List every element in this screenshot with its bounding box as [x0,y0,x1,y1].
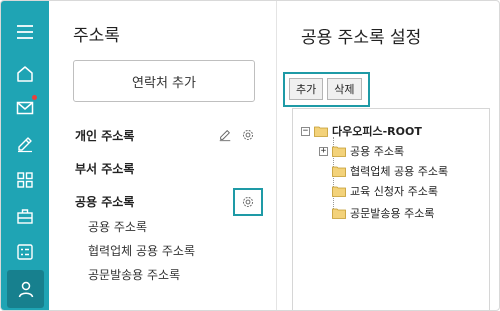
briefcase-icon[interactable] [1,197,49,235]
tree-root-label: 다우오피스-ROOT [332,125,422,138]
sidebar-title: 주소록 [73,26,120,46]
gear-icon[interactable] [240,127,256,143]
tree-node-label: 교육 신청자 주소록 [350,185,438,198]
tree-node[interactable]: 협력업체 공용 주소록 [332,163,448,179]
edit-icon[interactable] [1,125,49,163]
folder-icon [332,186,346,197]
delete-button[interactable]: 삭제 [327,78,362,100]
gear-icon [242,196,254,208]
home-icon[interactable] [1,55,49,93]
tree-node[interactable]: 교육 신청자 주소록 [332,183,438,199]
tree-node-label: 공용 주소록 [350,145,405,158]
public-address-book-label[interactable]: 공용 주소록 [75,193,134,210]
department-address-book-label[interactable]: 부서 주소록 [75,160,134,177]
expand-icon[interactable]: + [319,146,328,156]
tree-node-label: 공문발송용 주소록 [350,207,435,220]
notification-badge [32,95,37,100]
menu-icon[interactable] [1,13,49,51]
address-book-sidebar: 주소록 연락처 추가 개인 주소록 부서 주소록 공용 주소록 공용 주소록 협… [49,1,277,310]
address-book-tree: − 다우오피스-ROOT + 공용 주소록 협력업체 공용 주소록 교육 신청자… [292,108,490,310]
folder-icon [332,146,346,157]
folder-icon [332,208,346,219]
edit-icon[interactable] [217,127,233,143]
add-button[interactable]: 추가 [289,78,324,100]
tree-node[interactable]: + 공용 주소록 [319,143,404,159]
public-settings-gear-highlight[interactable] [233,188,263,216]
folder-icon [332,166,346,177]
folder-icon [314,126,328,137]
public-item-2[interactable]: 협력업체 공용 주소록 [88,242,195,259]
public-settings-panel: 공용 주소록 설정 추가 삭제 − 다우오피스-ROOT + 공용 주소록 협력… [277,1,499,310]
user-icon[interactable] [7,270,44,308]
panel-title: 공용 주소록 설정 [301,28,422,48]
icon-rail [1,1,49,310]
public-item-1[interactable]: 공용 주소록 [88,218,147,235]
tree-action-buttons: 추가 삭제 [283,72,370,107]
grid-icon[interactable] [1,161,49,199]
tree-root[interactable]: − 다우오피스-ROOT [301,123,422,139]
app-window: 주소록 연락처 추가 개인 주소록 부서 주소록 공용 주소록 공용 주소록 협… [0,0,500,311]
add-contact-button[interactable]: 연락처 추가 [73,60,255,102]
public-item-3[interactable]: 공문발송용 주소록 [88,266,180,283]
collapse-icon[interactable]: − [301,126,310,136]
mail-icon[interactable] [1,89,49,127]
form-icon[interactable] [1,233,49,271]
personal-address-book-label[interactable]: 개인 주소록 [75,127,134,144]
tree-node-label: 협력업체 공용 주소록 [350,165,449,178]
tree-node[interactable]: 공문발송용 주소록 [332,205,434,221]
